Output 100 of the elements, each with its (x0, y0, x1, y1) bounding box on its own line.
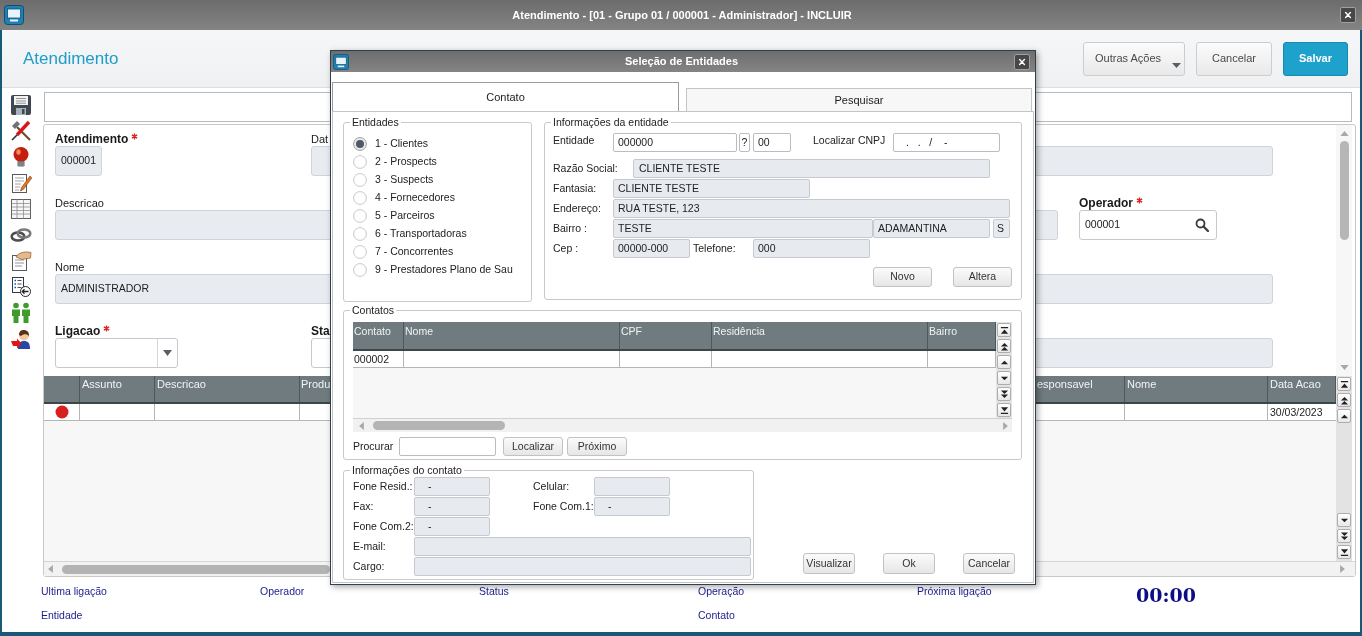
radio-icon[interactable] (353, 173, 367, 187)
page-down-button[interactable] (1337, 529, 1351, 543)
text-field[interactable]: RUA TESTE, 123 (613, 199, 1010, 218)
page-title: Atendimento (23, 47, 119, 70)
field-label: Endereço: (553, 201, 601, 214)
radio-option[interactable]: 7 - Concorrentes (353, 243, 454, 261)
radio-icon[interactable] (353, 245, 367, 259)
cancel-button[interactable]: Cancelar (963, 553, 1015, 574)
info-label: Operador (260, 585, 305, 597)
dropdown-field[interactable] (55, 338, 178, 368)
radio-icon[interactable] (353, 137, 367, 151)
edit-button[interactable]: Altera (953, 267, 1012, 287)
horizontal-scrollbar[interactable] (353, 418, 1012, 432)
scroll-top-button[interactable] (1337, 377, 1351, 391)
help-button[interactable]: ? (739, 133, 750, 152)
scrollbar-thumb[interactable] (62, 564, 330, 574)
find-button[interactable]: Localizar (503, 437, 563, 456)
input-field[interactable]: . . / - (893, 133, 1000, 152)
column-header[interactable]: Nome (1125, 376, 1268, 402)
tab[interactable]: Contato (332, 82, 679, 111)
search-field[interactable] (399, 437, 496, 456)
column-header[interactable]: Descricao (155, 376, 300, 402)
close-button[interactable] (1340, 7, 1356, 23)
tools-icon[interactable] (10, 120, 32, 142)
caret-down-icon (1172, 62, 1181, 68)
tab[interactable]: Pesquisar (686, 88, 1032, 111)
column-header[interactable]: Assunto (80, 376, 155, 402)
text-field[interactable]: S (993, 219, 1010, 238)
info-label: Status (479, 585, 509, 597)
text-field[interactable]: TESTE (613, 219, 873, 238)
radio-option[interactable]: 3 - Suspects (353, 171, 434, 189)
arrow-up-to-line-icon (999, 325, 1009, 335)
radio-icon[interactable] (353, 209, 367, 223)
next-button[interactable]: Próximo (567, 437, 627, 456)
cancel-button[interactable]: Cancelar (1196, 41, 1272, 76)
input-field[interactable]: 00 (753, 133, 791, 152)
close-button[interactable] (1014, 53, 1030, 70)
input-field[interactable]: 000000 (613, 133, 737, 152)
document-pencil-icon[interactable] (10, 172, 32, 194)
radio-icon[interactable] (353, 263, 367, 277)
scroll-bottom-button[interactable] (997, 403, 1011, 417)
text-field[interactable]: - (594, 497, 670, 516)
radio-icon[interactable] (353, 155, 367, 169)
scroll-bottom-button[interactable] (1337, 545, 1351, 559)
text-field[interactable] (414, 557, 751, 576)
scrollbar-thumb[interactable] (373, 421, 505, 430)
scroll-top-button[interactable] (997, 323, 1011, 337)
text-field[interactable]: CLIENTE TESTE (613, 179, 810, 198)
radio-option[interactable]: 4 - Fornecedores (353, 189, 455, 207)
vertical-scrollbar[interactable] (1336, 125, 1352, 376)
lookup-field[interactable]: 000001 (1079, 210, 1217, 240)
search-icon[interactable] (1195, 218, 1209, 232)
menu-button[interactable]: Outras Ações (1083, 41, 1185, 76)
table-cell: 000002 (353, 351, 404, 367)
radio-option[interactable]: 2 - Prospects (353, 153, 437, 171)
scroll-down-button[interactable] (1337, 513, 1351, 527)
scroll-up-button[interactable] (1337, 409, 1351, 423)
spreadsheet-icon[interactable] (10, 198, 32, 220)
page-down-button[interactable] (997, 387, 1011, 401)
table-cell-text: 30/03/2023 (1269, 405, 1324, 420)
column-header[interactable]: Residência (712, 322, 928, 349)
radio-option[interactable]: 9 - Prestadores Plano de Sau (353, 261, 513, 279)
text-field[interactable] (414, 537, 751, 556)
ok-button[interactable]: Ok (883, 553, 935, 574)
text-field[interactable]: - (414, 517, 490, 536)
column-header[interactable]: CPF (620, 322, 712, 349)
scroll-down-button[interactable] (997, 371, 1011, 385)
window-title: Atendimento - [01 - Grupo 01 / 000001 - Administrador] - INCLUIR (512, 7, 852, 23)
text-field[interactable]: - (414, 477, 490, 496)
field-label: Fone Com.2: (353, 519, 414, 532)
radio-option[interactable]: 6 - Transportadoras (353, 225, 467, 243)
monitor-icon (4, 5, 24, 25)
scroll-up-button[interactable] (997, 355, 1011, 369)
table-row[interactable]: 000002 (353, 351, 996, 368)
field-label: Fone Com.1: (533, 499, 594, 512)
view-button[interactable]: Visualizar (803, 553, 855, 574)
radio-icon[interactable] (353, 227, 367, 241)
text-field[interactable]: 00000-000 (613, 239, 690, 258)
radio-icon[interactable] (353, 191, 367, 205)
column-header[interactable]: Nome (404, 322, 620, 349)
column-header[interactable]: Contato (353, 322, 404, 349)
text-field[interactable]: 000001 (55, 146, 102, 176)
page-up-button[interactable] (1337, 393, 1351, 407)
text-field[interactable]: - (414, 497, 490, 516)
radio-option[interactable]: 5 - Parceiros (353, 207, 435, 225)
scrollbar-thumb[interactable] (1339, 141, 1349, 240)
field-label: Cep : (553, 241, 579, 254)
double-arrow-up-icon (1339, 395, 1349, 405)
text-field[interactable]: ADAMANTINA (873, 219, 990, 238)
page-up-button[interactable] (997, 339, 1011, 353)
text-field[interactable]: CLIENTE TESTE (633, 159, 990, 178)
arrow-down-to-line-icon (1339, 547, 1349, 557)
radio-option[interactable]: 1 - Clientes (353, 135, 429, 153)
new-button[interactable]: Novo (873, 267, 932, 287)
text-field[interactable]: 000 (753, 239, 870, 258)
text-field[interactable] (594, 477, 670, 496)
field-label: Operador (1079, 196, 1133, 210)
list-arrow-icon[interactable] (10, 276, 32, 298)
document-hand-icon[interactable] (10, 250, 32, 272)
person-arrow-icon[interactable] (10, 328, 32, 350)
